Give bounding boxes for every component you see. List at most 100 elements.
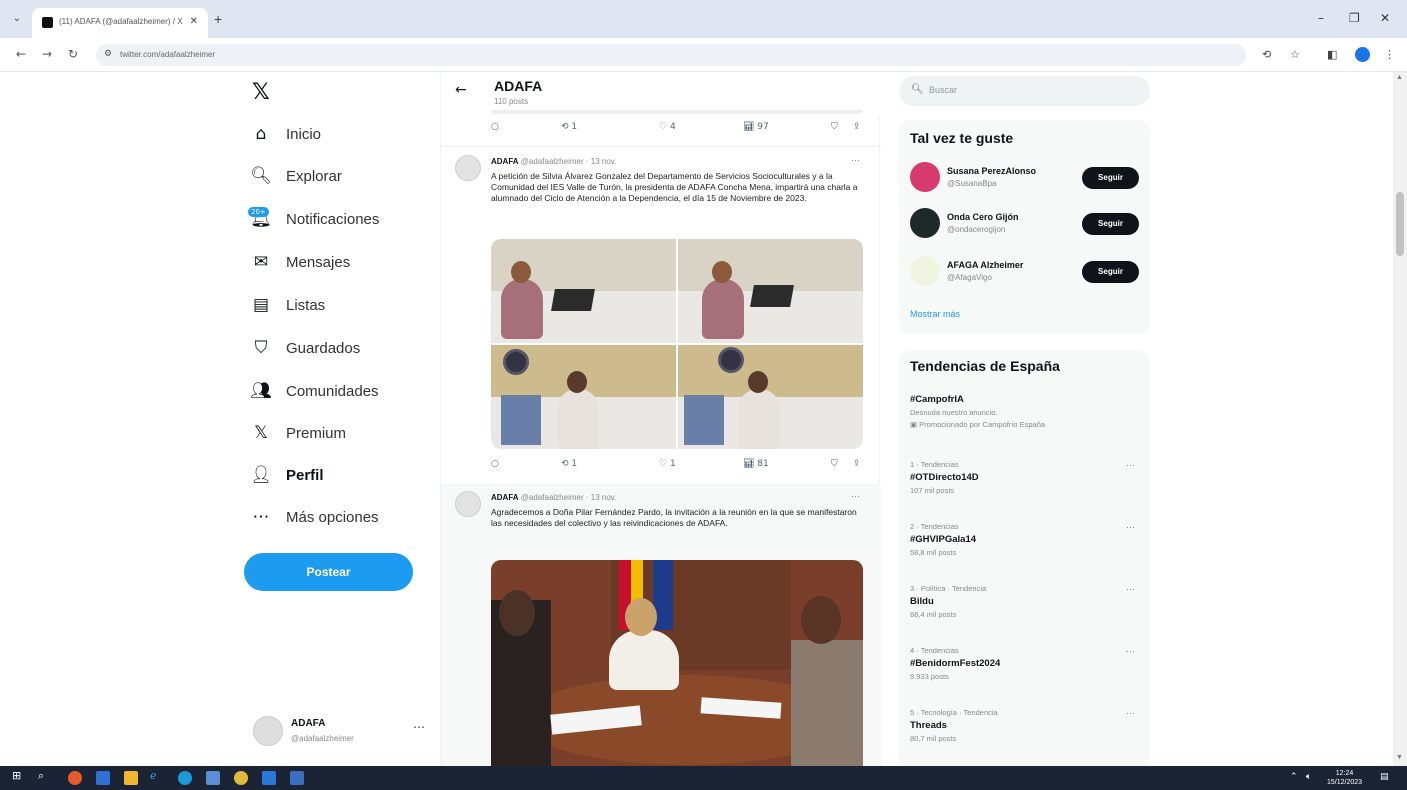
- trend-more-icon[interactable]: ⋯: [1126, 708, 1135, 719]
- browser-menu-icon[interactable]: ⋮: [1384, 48, 1395, 61]
- promoted-trend[interactable]: #CampofrIA Desnuda nuestro anuncio. ▣ Pr…: [910, 394, 1145, 429]
- tweet-photo[interactable]: [491, 345, 676, 449]
- trend-more-icon[interactable]: ⋯: [1126, 584, 1135, 595]
- minimize-icon[interactable]: –: [1318, 11, 1324, 25]
- like-button[interactable]: ♡ 1: [659, 459, 676, 469]
- post-button[interactable]: Postear: [244, 553, 413, 591]
- nav-item-listas[interactable]: ▤ Listas: [250, 291, 325, 319]
- outlook-icon[interactable]: [262, 771, 276, 785]
- tweet-photo[interactable]: [678, 345, 863, 449]
- firefox-icon[interactable]: [68, 771, 82, 785]
- tweet-more-icon[interactable]: ⋯: [851, 491, 860, 502]
- scroll-thumb[interactable]: [1396, 192, 1404, 256]
- site-info-icon[interactable]: ⚙: [104, 48, 112, 59]
- tweet-photo-grid[interactable]: [491, 239, 863, 449]
- page-scrollbar[interactable]: ▲ ▼: [1393, 72, 1407, 766]
- trend-meta: 1 · Tendencias: [910, 460, 959, 469]
- restore-icon[interactable]: ❐: [1349, 11, 1360, 25]
- follow-button[interactable]: Seguir: [1082, 167, 1139, 189]
- follow-suggestion[interactable]: Onda Cero Gijón @ondacerogijon Seguir: [910, 208, 1145, 240]
- app-icon[interactable]: [290, 771, 304, 785]
- follow-suggestion[interactable]: Susana PerezAlonso @SusanaBpa Seguir: [910, 162, 1145, 194]
- x-logo-icon[interactable]: 𝕏: [252, 80, 270, 105]
- share-icon[interactable]: ⇪: [853, 459, 861, 469]
- task-view-icon[interactable]: [96, 771, 110, 785]
- trend-name: #OTDirecto14D: [910, 472, 979, 483]
- bookmark-star-icon[interactable]: ☆: [1290, 48, 1300, 61]
- volume-icon[interactable]: 🔈︎: [1306, 772, 1311, 782]
- tweet[interactable]: ADAFA @adafaalzheimer · 13 nov. ⋯ A peti…: [441, 146, 881, 486]
- new-tab-icon[interactable]: +: [214, 11, 222, 27]
- close-window-icon[interactable]: ✕: [1380, 11, 1390, 25]
- taskbar-search-icon[interactable]: ⌕: [38, 769, 44, 783]
- views-button[interactable]: 📊︎ 97: [743, 122, 769, 132]
- nav-item-explorar[interactable]: 🔍︎ Explorar: [250, 162, 342, 190]
- views-button[interactable]: 📊︎ 81: [743, 459, 769, 469]
- retweet-button[interactable]: ⟲ 1: [561, 459, 577, 469]
- show-more-link[interactable]: Mostrar más: [910, 309, 960, 319]
- google-lens-icon[interactable]: ⟲: [1262, 48, 1271, 61]
- trend-item[interactable]: 4 · Tendencias #BenidormFest2024 9.933 p…: [910, 646, 1145, 681]
- tab-close-icon[interactable]: ✕: [190, 16, 198, 27]
- trend-description: Desnuda nuestro anuncio.: [910, 408, 998, 417]
- trend-item[interactable]: 3 · Política · Tendencia Bildu 68,4 mil …: [910, 584, 1145, 619]
- windows-start-icon[interactable]: ⊞: [12, 769, 21, 782]
- tray-chevron-icon[interactable]: ⌃: [1290, 772, 1298, 782]
- account-switcher[interactable]: ADAFA @adafaalzheimer ⋯: [253, 714, 433, 750]
- nav-item-premium[interactable]: 𝕏 Premium: [250, 419, 346, 447]
- reply-icon[interactable]: ○: [491, 459, 499, 469]
- store-icon[interactable]: [206, 771, 220, 785]
- nav-item-mensajes[interactable]: ✉ Mensajes: [250, 248, 350, 276]
- tweet-actions: ○ ⟲ 1 ♡ 1 📊︎ 81 ⛉ ⇪: [491, 459, 871, 475]
- taskbar-clock[interactable]: 12:24 15/12/2023: [1327, 769, 1362, 787]
- address-bar[interactable]: ⚙ twitter.com/adafaalzheimer: [96, 44, 1246, 66]
- tab-search-icon[interactable]: ⌄: [8, 11, 26, 27]
- search-box[interactable]: 🔍︎ Buscar: [899, 76, 1150, 106]
- search-input[interactable]: Buscar: [929, 85, 957, 95]
- nav-item-guardados[interactable]: ⛉ Guardados: [250, 334, 361, 362]
- nav-item-perfil[interactable]: 👤︎ Perfil: [250, 461, 323, 489]
- nav-item-notificaciones[interactable]: 🔔︎ 20+ Notificaciones: [248, 205, 379, 233]
- follow-button[interactable]: Seguir: [1082, 213, 1139, 235]
- browser-tab[interactable]: (11) ADAFA (@adafaalzheimer) / X ✕: [32, 8, 208, 38]
- browser-tab-bar: ⌄ (11) ADAFA (@adafaalzheimer) / X ✕ + –…: [0, 0, 1407, 38]
- reply-icon[interactable]: ○: [491, 122, 499, 132]
- follow-button[interactable]: Seguir: [1082, 261, 1139, 283]
- tweet-photo[interactable]: [491, 239, 676, 343]
- forward-icon[interactable]: →: [42, 47, 52, 61]
- bookmark-icon[interactable]: ⛉: [831, 122, 838, 132]
- trend-more-icon[interactable]: ⋯: [1126, 646, 1135, 657]
- share-icon[interactable]: ⇪: [853, 122, 861, 132]
- tweet-photo[interactable]: [491, 560, 863, 766]
- notifications-icon[interactable]: ▤: [1380, 772, 1389, 782]
- edge-icon[interactable]: [178, 771, 192, 785]
- retweet-button[interactable]: ⟲ 1: [561, 122, 577, 132]
- tweet-author: ADAFA: [491, 493, 519, 502]
- nav-item-inicio[interactable]: ⌂ Inicio: [250, 120, 321, 148]
- trend-more-icon[interactable]: ⋯: [1126, 522, 1135, 533]
- back-arrow-icon[interactable]: ←: [455, 82, 467, 98]
- chrome-icon[interactable]: [234, 771, 248, 785]
- side-panel-icon[interactable]: ◧: [1327, 48, 1337, 61]
- nav-item-comunidades[interactable]: 👥︎ Comunidades: [250, 377, 378, 405]
- trend-item[interactable]: 2 · Tendencias #GHVIPGala14 58,8 mil pos…: [910, 522, 1145, 557]
- tweet[interactable]: ADAFA @adafaalzheimer · 13 nov. ⋯ Agrade…: [441, 484, 881, 766]
- tweet-photo[interactable]: [678, 239, 863, 343]
- like-button[interactable]: ♡ 4: [659, 122, 676, 132]
- trend-item[interactable]: 1 · Tendencias #OTDirecto14D 107 mil pos…: [910, 460, 1145, 495]
- scroll-down-icon[interactable]: ▼: [1396, 754, 1403, 761]
- trend-more-icon[interactable]: ⋯: [1126, 460, 1135, 471]
- tweet-handle: @adafaalzheimer: [520, 493, 584, 502]
- reload-icon[interactable]: ↻: [68, 47, 78, 61]
- file-explorer-icon[interactable]: [124, 771, 138, 785]
- tweet-more-icon[interactable]: ⋯: [851, 155, 860, 166]
- nav-item-mas-opciones[interactable]: ⋯ Más opciones: [250, 503, 379, 531]
- more-icon[interactable]: ⋯: [413, 720, 425, 734]
- back-icon[interactable]: ←: [16, 47, 26, 61]
- bookmark-icon[interactable]: ⛉: [831, 459, 838, 469]
- trend-item[interactable]: 5 · Tecnología · Tendencia Threads 80,7 …: [910, 708, 1145, 743]
- follow-suggestion[interactable]: AFAGA Alzheimer @AfagaVigo Seguir: [910, 256, 1145, 288]
- internet-explorer-icon[interactable]: ℯ: [150, 769, 157, 782]
- scroll-up-icon[interactable]: ▲: [1396, 74, 1403, 81]
- profile-avatar[interactable]: [1355, 47, 1370, 62]
